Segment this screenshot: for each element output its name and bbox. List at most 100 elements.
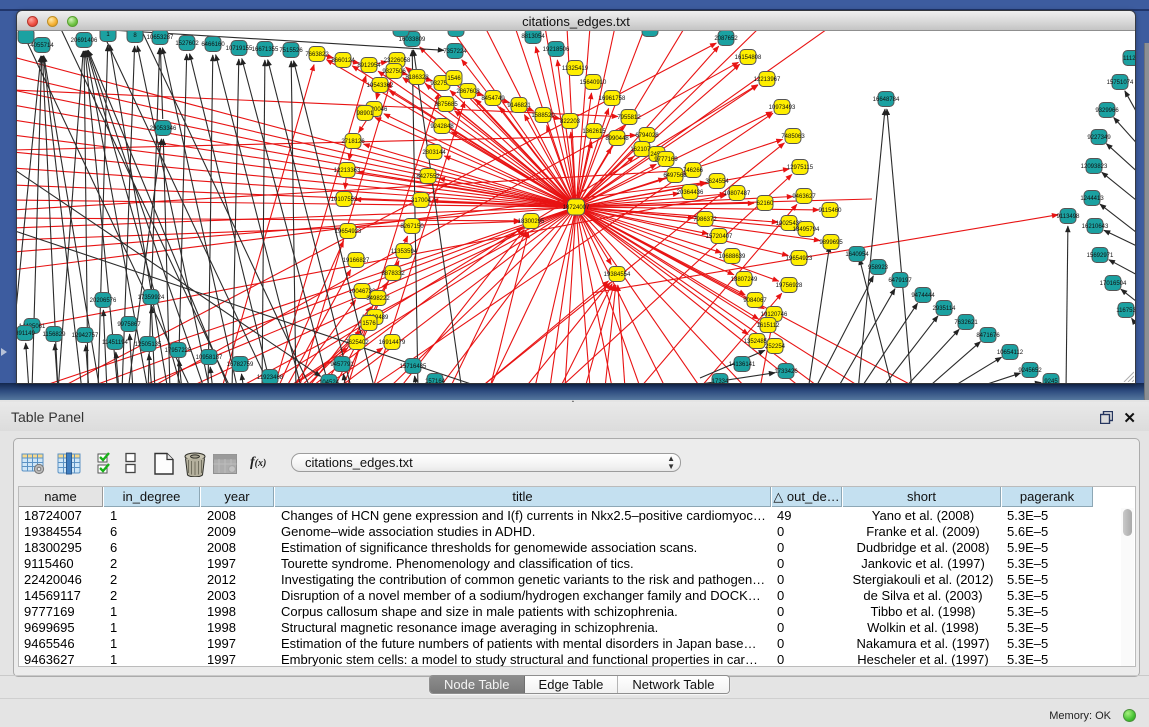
svg-text:6497568: 6497568 [663, 173, 687, 179]
svg-text:1615112: 1615112 [757, 323, 781, 329]
svg-text:1733426: 1733426 [774, 369, 798, 375]
svg-text:9245652: 9245652 [1018, 368, 1042, 374]
svg-text:15751074: 15751074 [1107, 80, 1134, 86]
svg-text:8267150: 8267150 [400, 224, 424, 230]
svg-text:252254: 252254 [765, 344, 786, 350]
svg-text:2803144: 2803144 [422, 150, 446, 156]
svg-text:1576: 1576 [362, 321, 376, 327]
svg-text:6794028: 6794028 [635, 133, 659, 139]
svg-text:7515526: 7515526 [279, 48, 303, 54]
svg-text:10653287: 10653287 [147, 35, 174, 41]
svg-text:8660124: 8660124 [331, 58, 355, 64]
svg-text:10958187: 10958187 [196, 355, 223, 361]
svg-text:8990448: 8990448 [605, 136, 629, 142]
svg-text:12975115: 12975115 [787, 165, 814, 171]
svg-text:17359924: 17359924 [138, 295, 165, 301]
svg-text:822203: 822203 [560, 119, 581, 125]
svg-text:14136141: 14136141 [729, 362, 756, 368]
svg-text:10973493: 10973493 [769, 105, 796, 111]
svg-text:9777169: 9777169 [654, 157, 678, 163]
svg-text:19384554: 19384554 [604, 272, 631, 278]
svg-text:104524: 104524 [319, 380, 340, 383]
svg-text:10807487: 10807487 [724, 191, 751, 197]
svg-text:9084067: 9084067 [743, 298, 767, 304]
svg-text:116753: 116753 [1116, 308, 1135, 314]
svg-text:16671355: 16671355 [252, 47, 279, 53]
svg-text:7485063: 7485063 [781, 134, 805, 140]
svg-text:11923468: 11923468 [257, 375, 284, 381]
svg-text:2718126: 2718126 [341, 139, 365, 145]
svg-text:9245: 9245 [1044, 379, 1058, 383]
svg-text:2867608: 2867608 [456, 89, 480, 95]
svg-text:12505135: 12505135 [135, 342, 162, 348]
svg-text:9227349: 9227349 [1087, 135, 1111, 141]
svg-text:7663822: 7663822 [305, 52, 329, 58]
svg-text:7357224: 7357224 [443, 49, 467, 55]
svg-text:10688639: 10688639 [719, 254, 746, 260]
svg-text:7986372: 7986372 [693, 217, 717, 223]
svg-text:8813054: 8813054 [521, 34, 545, 40]
svg-text:391149: 391149 [17, 331, 35, 337]
svg-text:29053346: 29053346 [150, 126, 177, 132]
svg-text:3875685: 3875685 [434, 102, 458, 108]
svg-text:7955812: 7955812 [617, 115, 641, 121]
svg-text:2087652: 2087652 [714, 36, 738, 42]
svg-text:16033809: 16033809 [399, 37, 426, 43]
svg-text:157164: 157164 [425, 379, 446, 383]
svg-text:9115460: 9115460 [819, 208, 843, 214]
svg-text:9474444: 9474444 [911, 293, 935, 299]
svg-text:10719155: 10719155 [226, 46, 253, 52]
svg-text:9113498: 9113498 [1057, 214, 1081, 220]
svg-text:9457791: 9457791 [330, 362, 354, 368]
svg-text:20691406: 20691406 [71, 38, 98, 44]
svg-text:17957225: 17957225 [165, 348, 192, 354]
svg-text:15640910: 15640910 [580, 80, 607, 86]
svg-text:4055714: 4055714 [30, 43, 54, 49]
svg-text:1546: 1546 [447, 76, 461, 82]
svg-text:12213967: 12213967 [754, 77, 781, 83]
svg-text:8454749: 8454749 [481, 96, 505, 102]
svg-text:11451194: 11451194 [102, 340, 128, 346]
svg-text:19218506: 19218506 [543, 47, 570, 53]
svg-text:9899695: 9899695 [819, 240, 843, 246]
svg-text:1362615: 1362615 [582, 129, 606, 135]
svg-text:17016504: 17016504 [1100, 281, 1127, 287]
svg-text:1588520: 1588520 [531, 113, 555, 119]
svg-text:3498222: 3498222 [366, 296, 390, 302]
svg-text:8186328: 8186328 [405, 75, 429, 81]
svg-text:317004: 317004 [411, 198, 432, 204]
svg-text:19654923: 19654923 [786, 256, 813, 262]
svg-text:10107552: 10107552 [331, 197, 358, 203]
svg-text:1156829: 1156829 [43, 332, 67, 338]
svg-text:2935114: 2935114 [933, 306, 957, 312]
svg-text:20364436: 20364436 [677, 190, 704, 196]
svg-text:18300295: 18300295 [518, 219, 545, 225]
svg-text:15720407: 15720407 [706, 234, 733, 240]
svg-text:16914479: 16914479 [379, 340, 406, 346]
svg-text:9327506: 9327506 [382, 69, 406, 75]
svg-text:16782759: 16782759 [227, 362, 254, 368]
svg-text:98901: 98901 [357, 111, 374, 117]
svg-text:6466160: 6466160 [201, 42, 225, 48]
svg-text:16648784: 16648784 [873, 97, 900, 103]
svg-text:10654112: 10654112 [997, 350, 1024, 356]
svg-text:1244413: 1244413 [1080, 196, 1104, 202]
svg-text:11123: 11123 [1123, 56, 1135, 62]
svg-text:1527602: 1527602 [175, 41, 199, 47]
svg-text:18495794: 18495794 [793, 227, 820, 233]
svg-text:12093823: 12093823 [1081, 164, 1108, 170]
svg-text:62160: 62160 [757, 201, 774, 207]
svg-text:9329966: 9329966 [1095, 108, 1119, 114]
svg-text:8471676: 8471676 [976, 333, 1000, 339]
svg-text:9975867: 9975867 [117, 322, 141, 328]
svg-text:12213363: 12213363 [334, 168, 361, 174]
svg-text:18807249: 18807249 [731, 277, 758, 283]
svg-text:9463627: 9463627 [792, 194, 816, 200]
svg-text:8878332: 8878332 [381, 271, 405, 277]
svg-text:15716485: 15716485 [400, 364, 427, 370]
svg-text:6479197: 6479197 [888, 278, 912, 284]
svg-text:9146821: 9146821 [507, 103, 531, 109]
svg-text:7632621: 7632621 [954, 320, 978, 326]
svg-text:11353594: 11353594 [391, 249, 418, 255]
svg-text:12942757: 12942757 [72, 333, 99, 339]
